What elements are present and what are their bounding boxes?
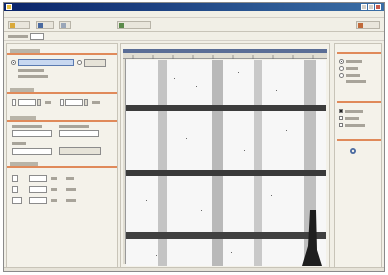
range-group-header [7, 88, 117, 94]
header-text-placeholder [10, 49, 40, 53]
menu-item[interactable] [21, 12, 34, 17]
result-row-prefix[interactable] [12, 175, 18, 182]
address-label [8, 35, 28, 38]
info-line-2 [18, 75, 48, 78]
copy-button[interactable] [59, 21, 71, 29]
horizontal-bar [126, 232, 326, 239]
range-to-unit[interactable] [60, 99, 64, 106]
display-group-header [337, 49, 381, 54]
process-button[interactable] [117, 21, 151, 29]
overlay-option-label [345, 124, 365, 127]
app-icon [6, 4, 12, 10]
mode-a-select[interactable] [12, 130, 52, 137]
range-separator [45, 101, 51, 104]
result-value-input[interactable] [29, 197, 47, 204]
result-value-input[interactable] [29, 175, 47, 182]
exit-icon [358, 23, 363, 28]
header-text-placeholder [10, 162, 38, 166]
input-group-header [7, 49, 117, 55]
menu-item[interactable] [38, 12, 49, 17]
filter-label [12, 142, 26, 145]
application-window [3, 2, 385, 272]
menu-item[interactable] [102, 12, 111, 17]
range-to-input[interactable] [65, 99, 83, 106]
close-button[interactable] [375, 4, 381, 10]
header-text-placeholder [10, 88, 34, 92]
ruler-ticks [132, 55, 314, 59]
result-unit [51, 199, 57, 202]
mode-b-select[interactable] [59, 130, 99, 137]
display-option-label [346, 67, 358, 70]
horizontal-ruler [123, 53, 327, 59]
menu-item[interactable] [8, 12, 17, 17]
result-unit [51, 188, 57, 191]
browse-button[interactable] [84, 59, 106, 67]
toolbar [4, 18, 384, 32]
menu-item[interactable] [85, 12, 98, 17]
result-row-prefix[interactable] [12, 197, 22, 204]
maximize-button[interactable] [368, 4, 374, 10]
settings-panel [6, 43, 118, 269]
display-option-radio[interactable] [339, 73, 344, 78]
range-from-input[interactable] [18, 99, 36, 106]
open-button[interactable] [8, 21, 30, 29]
folder-icon [10, 23, 15, 28]
overlay-checkbox[interactable] [339, 123, 343, 127]
address-bar [4, 33, 384, 41]
exit-button[interactable] [356, 21, 380, 29]
menu-item[interactable] [53, 12, 64, 17]
overlay-group-header [337, 98, 381, 103]
menu-item[interactable] [68, 12, 81, 17]
display-option-label [346, 80, 366, 83]
apply-button[interactable] [59, 147, 101, 155]
image-canvas[interactable] [126, 60, 326, 266]
copy-icon [61, 23, 66, 28]
mode-b-label [59, 125, 89, 128]
file-input[interactable] [18, 59, 74, 66]
range-to-spinner[interactable] [84, 99, 88, 106]
overlay-option-label [345, 117, 359, 120]
overlay-checkbox[interactable] [339, 109, 343, 113]
menu-bar [4, 11, 384, 18]
result-output [66, 188, 76, 191]
save-button[interactable] [36, 21, 54, 29]
mode-a-label [12, 125, 42, 128]
result-row-prefix[interactable] [12, 186, 18, 193]
grid-image [126, 60, 326, 266]
title-bar [4, 3, 384, 11]
display-option-radio[interactable] [339, 66, 344, 71]
settings-icon[interactable] [349, 147, 357, 155]
display-option-label [346, 74, 360, 77]
range-unit-label [92, 101, 100, 104]
overlay-checkbox[interactable] [339, 116, 343, 120]
overlay-option-label [345, 110, 363, 113]
image-viewer [120, 43, 330, 269]
disk-icon [38, 23, 43, 28]
info-line-1 [18, 69, 44, 72]
header-text-placeholder [10, 116, 36, 120]
horizontal-bar [126, 105, 326, 111]
display-option-label [346, 60, 362, 63]
source-radio[interactable] [77, 60, 82, 65]
range-from-unit[interactable] [12, 99, 16, 106]
result-output [66, 199, 76, 202]
source-radio[interactable] [11, 60, 16, 65]
range-from-spinner[interactable] [37, 99, 41, 106]
result-value-input[interactable] [29, 186, 47, 193]
options-panel [334, 43, 382, 269]
result-group-header [7, 162, 117, 168]
result-unit [51, 177, 57, 180]
filter-select[interactable] [12, 148, 52, 155]
play-icon [119, 23, 124, 28]
display-option-radio[interactable] [339, 59, 344, 64]
export-group-header [337, 136, 381, 141]
status-bar [4, 267, 384, 271]
minimize-button[interactable] [361, 4, 367, 10]
process-group-header [7, 116, 117, 122]
horizontal-bar [126, 170, 326, 176]
address-field[interactable] [30, 33, 44, 40]
result-output [66, 177, 74, 180]
